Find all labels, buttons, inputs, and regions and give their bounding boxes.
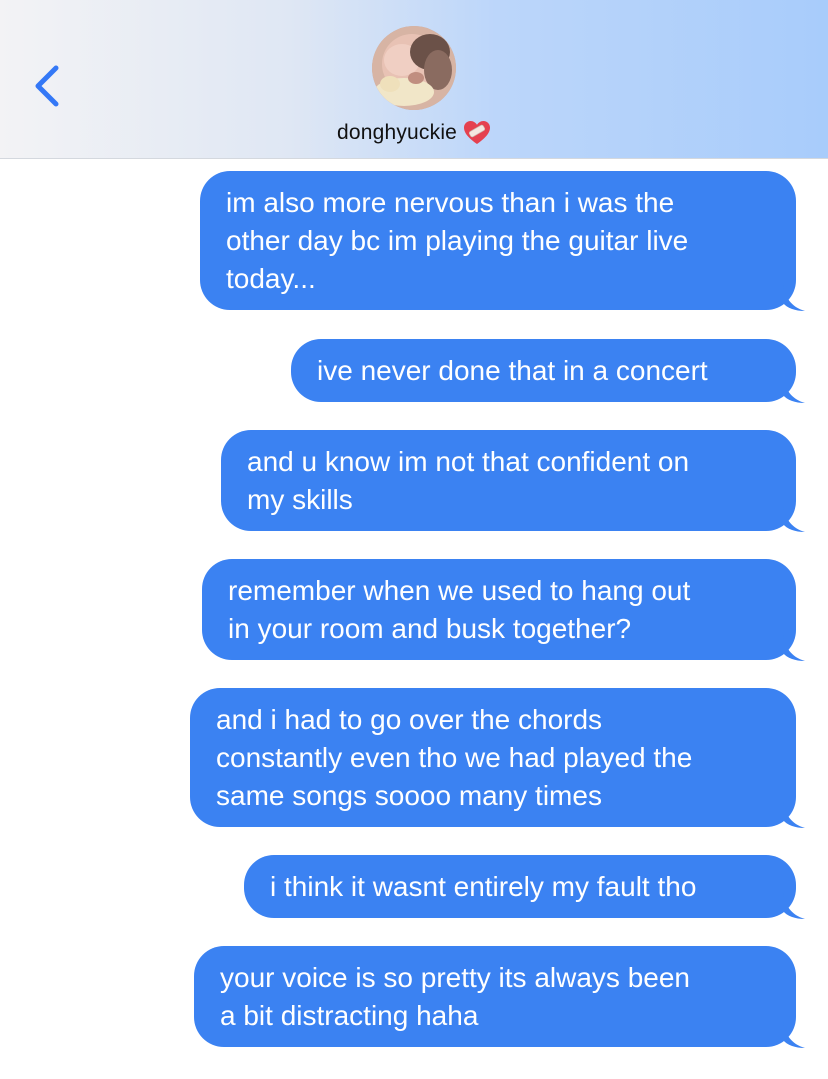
message-text: and u know im not that confident on my s…	[247, 446, 690, 515]
message-bubble[interactable]: ive never done that in a concert	[291, 339, 805, 403]
bubble-tail	[783, 1022, 805, 1048]
message-text: ive never done that in a concert	[317, 355, 708, 386]
bubble-tail	[783, 635, 805, 661]
message-bubble[interactable]: your voice is so pretty its always been …	[194, 946, 805, 1048]
avatar-photo	[372, 26, 456, 110]
message-text: im also more nervous than i was the othe…	[226, 187, 689, 294]
bubble-tail	[783, 377, 805, 403]
message-bubble[interactable]: remember when we used to hang out in you…	[202, 559, 805, 661]
message-text: your voice is so pretty its always been …	[220, 962, 690, 1031]
message-text: i think it wasnt entirely my fault tho	[270, 871, 697, 902]
message-text: remember when we used to hang out in you…	[228, 575, 691, 644]
chevron-left-icon	[35, 65, 59, 107]
contact-title[interactable]: donghyuckie	[0, 120, 828, 146]
heart-with-bandage-icon	[464, 121, 491, 144]
bubble-tail	[783, 285, 805, 311]
message-bubble[interactable]: im also more nervous than i was the othe…	[200, 171, 805, 311]
bubble-tail	[783, 506, 805, 532]
conversation-header: donghyuckie	[0, 0, 828, 159]
bubble-tail	[783, 802, 805, 828]
message-bubble[interactable]: and u know im not that confident on my s…	[221, 430, 805, 532]
message-bubble[interactable]: i think it wasnt entirely my fault tho	[244, 855, 805, 919]
contact-avatar[interactable]	[372, 26, 456, 110]
message-bubble[interactable]: and i had to go over the chords constant…	[190, 688, 805, 828]
message-text: and i had to go over the chords constant…	[216, 704, 693, 811]
back-button[interactable]	[26, 60, 70, 112]
contact-name: donghyuckie	[336, 121, 458, 144]
bubble-tail	[783, 893, 805, 919]
